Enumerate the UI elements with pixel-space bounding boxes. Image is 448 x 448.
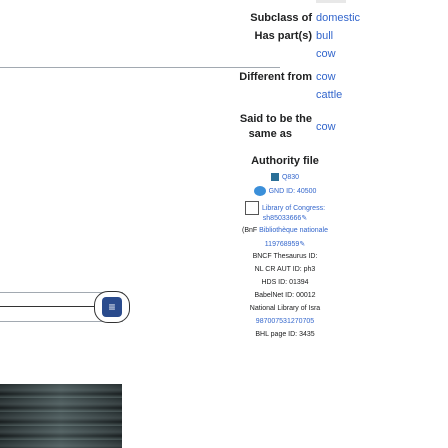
authority-hds[interactable]: HDS ID: 01394: [122, 279, 448, 286]
edit-pencil-icon[interactable]: ✎: [299, 241, 305, 248]
has-parts-value-1[interactable]: bull: [316, 30, 333, 42]
subclass-label: Subclass of: [250, 12, 312, 24]
different-from-value-1[interactable]: cow: [316, 71, 336, 83]
authority-heading: Authority file: [251, 155, 319, 167]
library-of-congress-icon: [244, 201, 259, 215]
authority-gnd[interactable]: GND ID: 40500: [122, 186, 448, 196]
authority-nli[interactable]: National Library of Isra: [122, 305, 448, 312]
divider: [0, 67, 280, 68]
authority-nli-id[interactable]: 987007531270705: [122, 318, 448, 325]
said-same-label-2: same as: [248, 128, 292, 140]
authority-bncf[interactable]: BNCF Thesaurus ID:: [122, 253, 448, 260]
authority-bnf[interactable]: (BnF Bibliothèque nationale: [122, 227, 448, 234]
wikidata-barcode-icon: [270, 173, 279, 181]
said-same-value[interactable]: cow: [316, 121, 336, 133]
gnd-icon: [253, 186, 266, 196]
authority-nlcr[interactable]: NL CR AUT ID: ph3: [122, 266, 448, 273]
has-parts-value-2[interactable]: cow: [316, 48, 336, 60]
authority-babelnet[interactable]: BabelNet ID: 00012: [122, 292, 448, 299]
authority-bnf-id[interactable]: 119768959✎: [122, 240, 448, 248]
toggle-icon: ≡: [102, 297, 122, 317]
said-same-label-1: Said to be the: [239, 113, 312, 125]
authority-loc-id[interactable]: sh85033666✎: [122, 214, 448, 222]
thumbnail-image[interactable]: [0, 384, 122, 448]
has-parts-label: Has part(s): [254, 30, 312, 42]
subclass-value[interactable]: domestic: [316, 12, 360, 24]
divider: [0, 306, 100, 307]
different-from-value-2[interactable]: cattle: [316, 89, 342, 101]
cropped-value: [316, 0, 346, 3]
authority-bhl[interactable]: BHL page ID: 3435: [122, 331, 448, 338]
authority-wikidata[interactable]: Q830: [122, 173, 448, 181]
different-from-label: Different from: [239, 71, 312, 83]
edit-pencil-icon[interactable]: ✎: [301, 215, 307, 222]
authority-loc[interactable]: Library of Congress:: [122, 201, 448, 215]
